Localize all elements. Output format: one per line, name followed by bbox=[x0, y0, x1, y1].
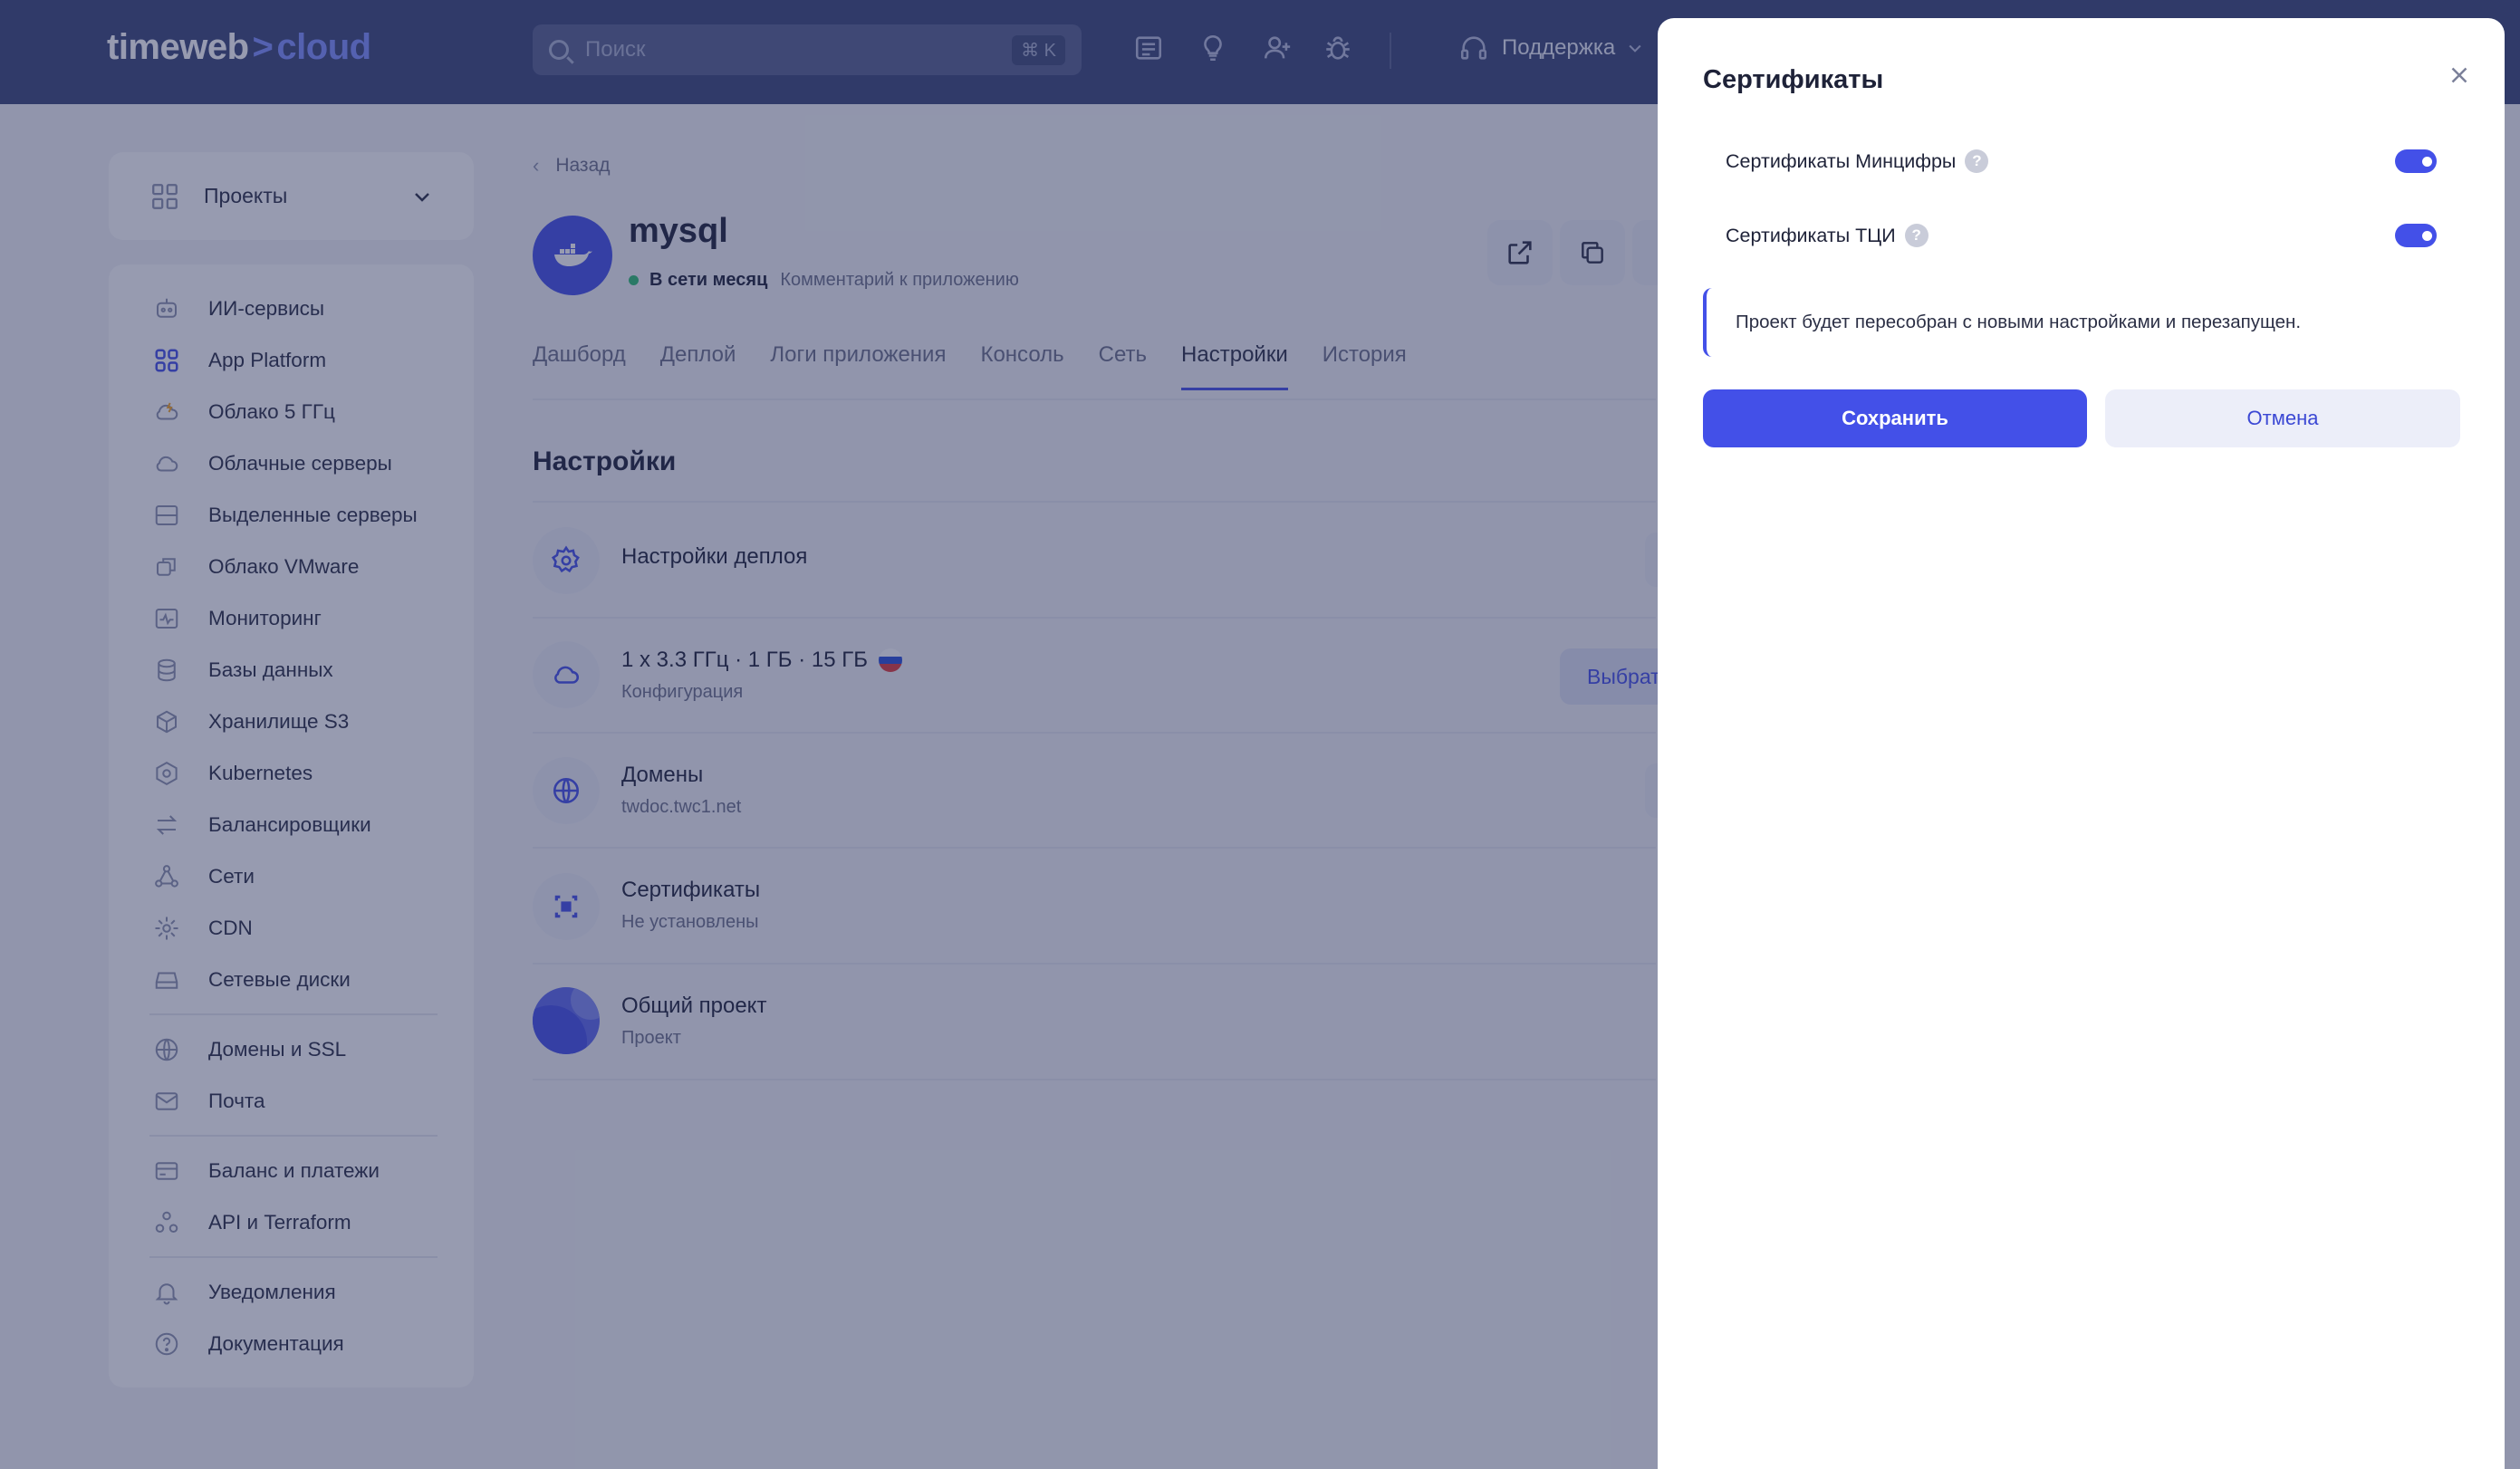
mintsifry-cert-option: Сертификаты Минцифры ? bbox=[1726, 149, 1989, 173]
mintsifry-cert-toggle[interactable] bbox=[2395, 149, 2437, 173]
toggle-knob bbox=[2422, 157, 2432, 167]
cancel-button[interactable]: Отмена bbox=[2105, 389, 2460, 447]
certificates-drawer: Сертификаты Сертификаты Минцифры ? Серти… bbox=[1658, 18, 2505, 1469]
save-button[interactable]: Сохранить bbox=[1703, 389, 2087, 447]
tci-cert-toggle[interactable] bbox=[2395, 224, 2437, 247]
mintsifry-cert-label: Сертификаты Минцифры bbox=[1726, 149, 1957, 172]
help-icon[interactable]: ? bbox=[1965, 149, 1989, 173]
rebuild-notice: Проект будет пересобран с новыми настрой… bbox=[1703, 288, 2455, 357]
toggle-knob bbox=[2422, 231, 2432, 241]
tci-cert-option: Сертификаты ТЦИ ? bbox=[1726, 224, 1928, 247]
close-icon[interactable] bbox=[2446, 62, 2473, 89]
drawer-title: Сертификаты bbox=[1703, 65, 1884, 94]
tci-cert-label: Сертификаты ТЦИ bbox=[1726, 224, 1896, 246]
help-icon[interactable]: ? bbox=[1904, 224, 1928, 247]
